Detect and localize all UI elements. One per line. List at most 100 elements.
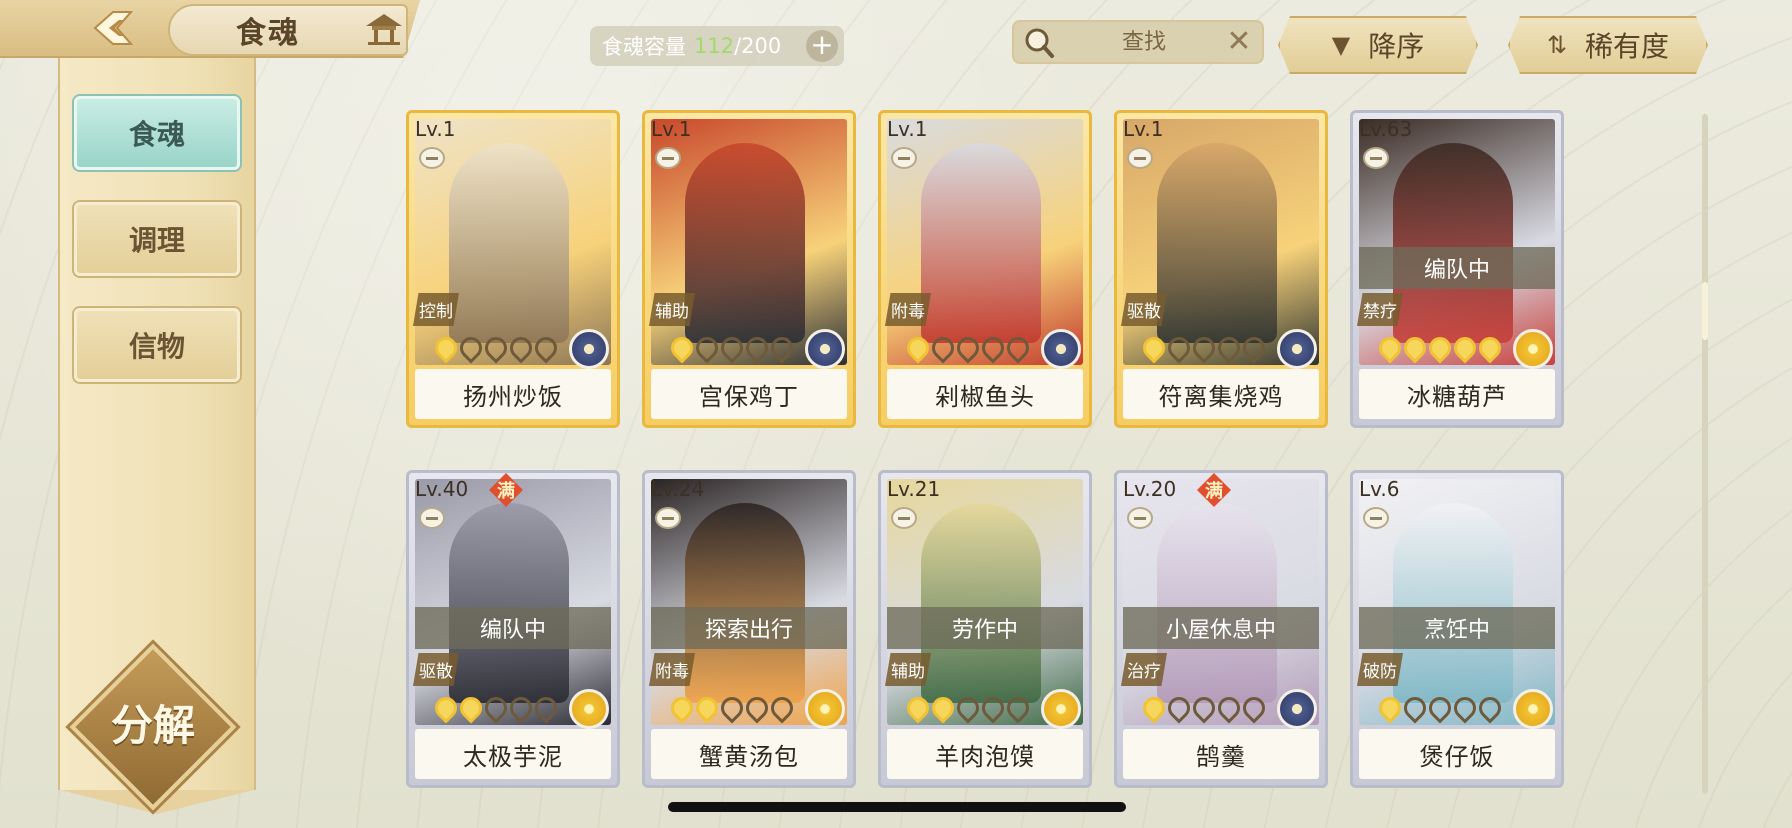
sidebar-item-label: 食魂 [128, 118, 185, 151]
character-figure [1393, 503, 1513, 703]
bowl-icon [1127, 147, 1153, 169]
star-icon [716, 692, 748, 724]
search-box: ✕ [1012, 20, 1264, 64]
sidebar-item-label: 信物 [128, 330, 185, 363]
food-soul-card[interactable]: Lv.1 驱散符离集烧鸡 [1114, 110, 1328, 428]
element-flower-icon [569, 329, 609, 369]
card-level: Lv.1 [1123, 117, 1164, 141]
food-soul-card[interactable]: Lv.40 满编队中 驱散 太极芋泥 [406, 470, 620, 788]
food-soul-card[interactable]: Lv.1 附毒 剁椒鱼头 [878, 110, 1092, 428]
role-tag: 驱散 [1121, 293, 1167, 326]
character-figure [1157, 143, 1277, 343]
star-icon [530, 692, 562, 724]
expand-capacity-button[interactable]: + [806, 30, 838, 62]
star-icon [1188, 692, 1220, 724]
role-tag: 辅助 [649, 293, 695, 326]
element-flower-icon [805, 689, 845, 729]
food-soul-card[interactable]: Lv.1 辅助宫保鸡丁 [642, 110, 856, 428]
card-name: 蟹黄汤包 [651, 729, 847, 779]
element-flower-icon [805, 329, 845, 369]
home-button[interactable] [364, 12, 404, 46]
character-figure [449, 503, 569, 703]
star-rating [1138, 692, 1270, 724]
card-name: 宫保鸡丁 [651, 369, 847, 419]
food-soul-card[interactable]: Lv.1 控制 扬州炒饭 [406, 110, 620, 428]
card-level: Lv.24 [651, 477, 705, 501]
star-icon [1474, 692, 1506, 724]
bowl-icon [419, 147, 445, 169]
element-flower-icon [1277, 689, 1317, 729]
food-soul-card[interactable]: Lv.21 劳作中辅助羊肉泡馍 [878, 470, 1092, 788]
card-level: Lv.40 [415, 477, 469, 501]
sort-by-button[interactable]: ⇅ 稀有度 [1508, 16, 1708, 74]
star-icon [530, 332, 562, 364]
star-rating [902, 332, 1034, 364]
scrollbar-track[interactable] [1702, 114, 1708, 794]
card-level: Lv.21 [887, 477, 941, 501]
star-icon [1002, 692, 1034, 724]
food-soul-card[interactable]: Lv.24 探索出行 附毒 蟹黄汤包 [642, 470, 856, 788]
character-figure [921, 143, 1041, 343]
triangle-down-icon: ▼ [1331, 31, 1351, 59]
star-icon [480, 692, 512, 724]
role-tag: 附毒 [885, 293, 931, 326]
star-rating [666, 332, 798, 364]
search-icon [1025, 28, 1054, 58]
star-icon [766, 692, 798, 724]
search-input[interactable] [1064, 26, 1224, 58]
card-name: 扬州炒饭 [415, 369, 611, 419]
sidebar-item-label: 调理 [128, 224, 185, 257]
element-flower-icon [1277, 329, 1317, 369]
scrollbar-thumb[interactable] [1702, 281, 1708, 340]
clear-search-icon[interactable]: ✕ [1224, 26, 1254, 58]
star-icon [952, 332, 984, 364]
food-soul-card[interactable]: Lv.20 满小屋休息中 治疗 鹄羹 [1114, 470, 1328, 788]
swap-icon: ⇅ [1546, 31, 1568, 59]
element-flower-icon [1513, 329, 1553, 369]
card-name: 鹄羹 [1123, 729, 1319, 779]
bowl-icon [419, 507, 445, 529]
sidebar-item-conditioning[interactable]: 调理 [74, 202, 240, 276]
capacity-box: 食魂容量 112 /200 + [590, 26, 844, 66]
food-soul-card[interactable]: Lv.63 编队中 禁疗 冰糖葫芦 [1350, 110, 1564, 428]
star-icon [1374, 332, 1406, 364]
card-status-banner: 烹饪中 [1359, 607, 1555, 649]
star-icon [1138, 692, 1170, 724]
sort-order-button[interactable]: ▼ 降序 [1278, 16, 1478, 74]
bowl-icon [891, 507, 917, 529]
card-name: 羊肉泡馍 [887, 729, 1083, 779]
sidebar-item-tokens[interactable]: 信物 [74, 308, 240, 382]
star-icon [1474, 332, 1506, 364]
card-name: 符离集烧鸡 [1123, 369, 1319, 419]
card-level: Lv.1 [887, 117, 928, 141]
star-icon [1163, 332, 1195, 364]
bowl-icon [1363, 147, 1389, 169]
star-icon [505, 332, 537, 364]
back-button[interactable] [86, 6, 146, 50]
star-icon [691, 692, 723, 724]
star-icon [952, 692, 984, 724]
element-flower-icon [1041, 329, 1081, 369]
card-status-banner: 探索出行 [651, 607, 847, 649]
star-icon [430, 692, 462, 724]
bowl-icon [655, 507, 681, 529]
capacity-label: 食魂容量 [602, 35, 686, 59]
star-icon [902, 692, 934, 724]
bowl-icon [1127, 507, 1153, 529]
star-icon [1163, 692, 1195, 724]
card-level: Lv.63 [1359, 117, 1413, 141]
star-icon [741, 332, 773, 364]
sidebar-item-food-souls[interactable]: 食魂 [74, 96, 240, 170]
card-name: 太极芋泥 [415, 729, 611, 779]
role-tag: 辅助 [885, 653, 931, 686]
star-icon [1399, 332, 1431, 364]
character-figure [685, 503, 805, 703]
star-icon [1138, 332, 1170, 364]
star-icon [666, 332, 698, 364]
card-level: Lv.1 [651, 117, 692, 141]
pavilion-icon [366, 14, 402, 45]
food-soul-card[interactable]: Lv.6 烹饪中 破防 煲仔饭 [1350, 470, 1564, 788]
capacity-current: 112 [694, 34, 735, 58]
card-status-banner: 劳作中 [887, 607, 1083, 649]
star-icon [902, 332, 934, 364]
